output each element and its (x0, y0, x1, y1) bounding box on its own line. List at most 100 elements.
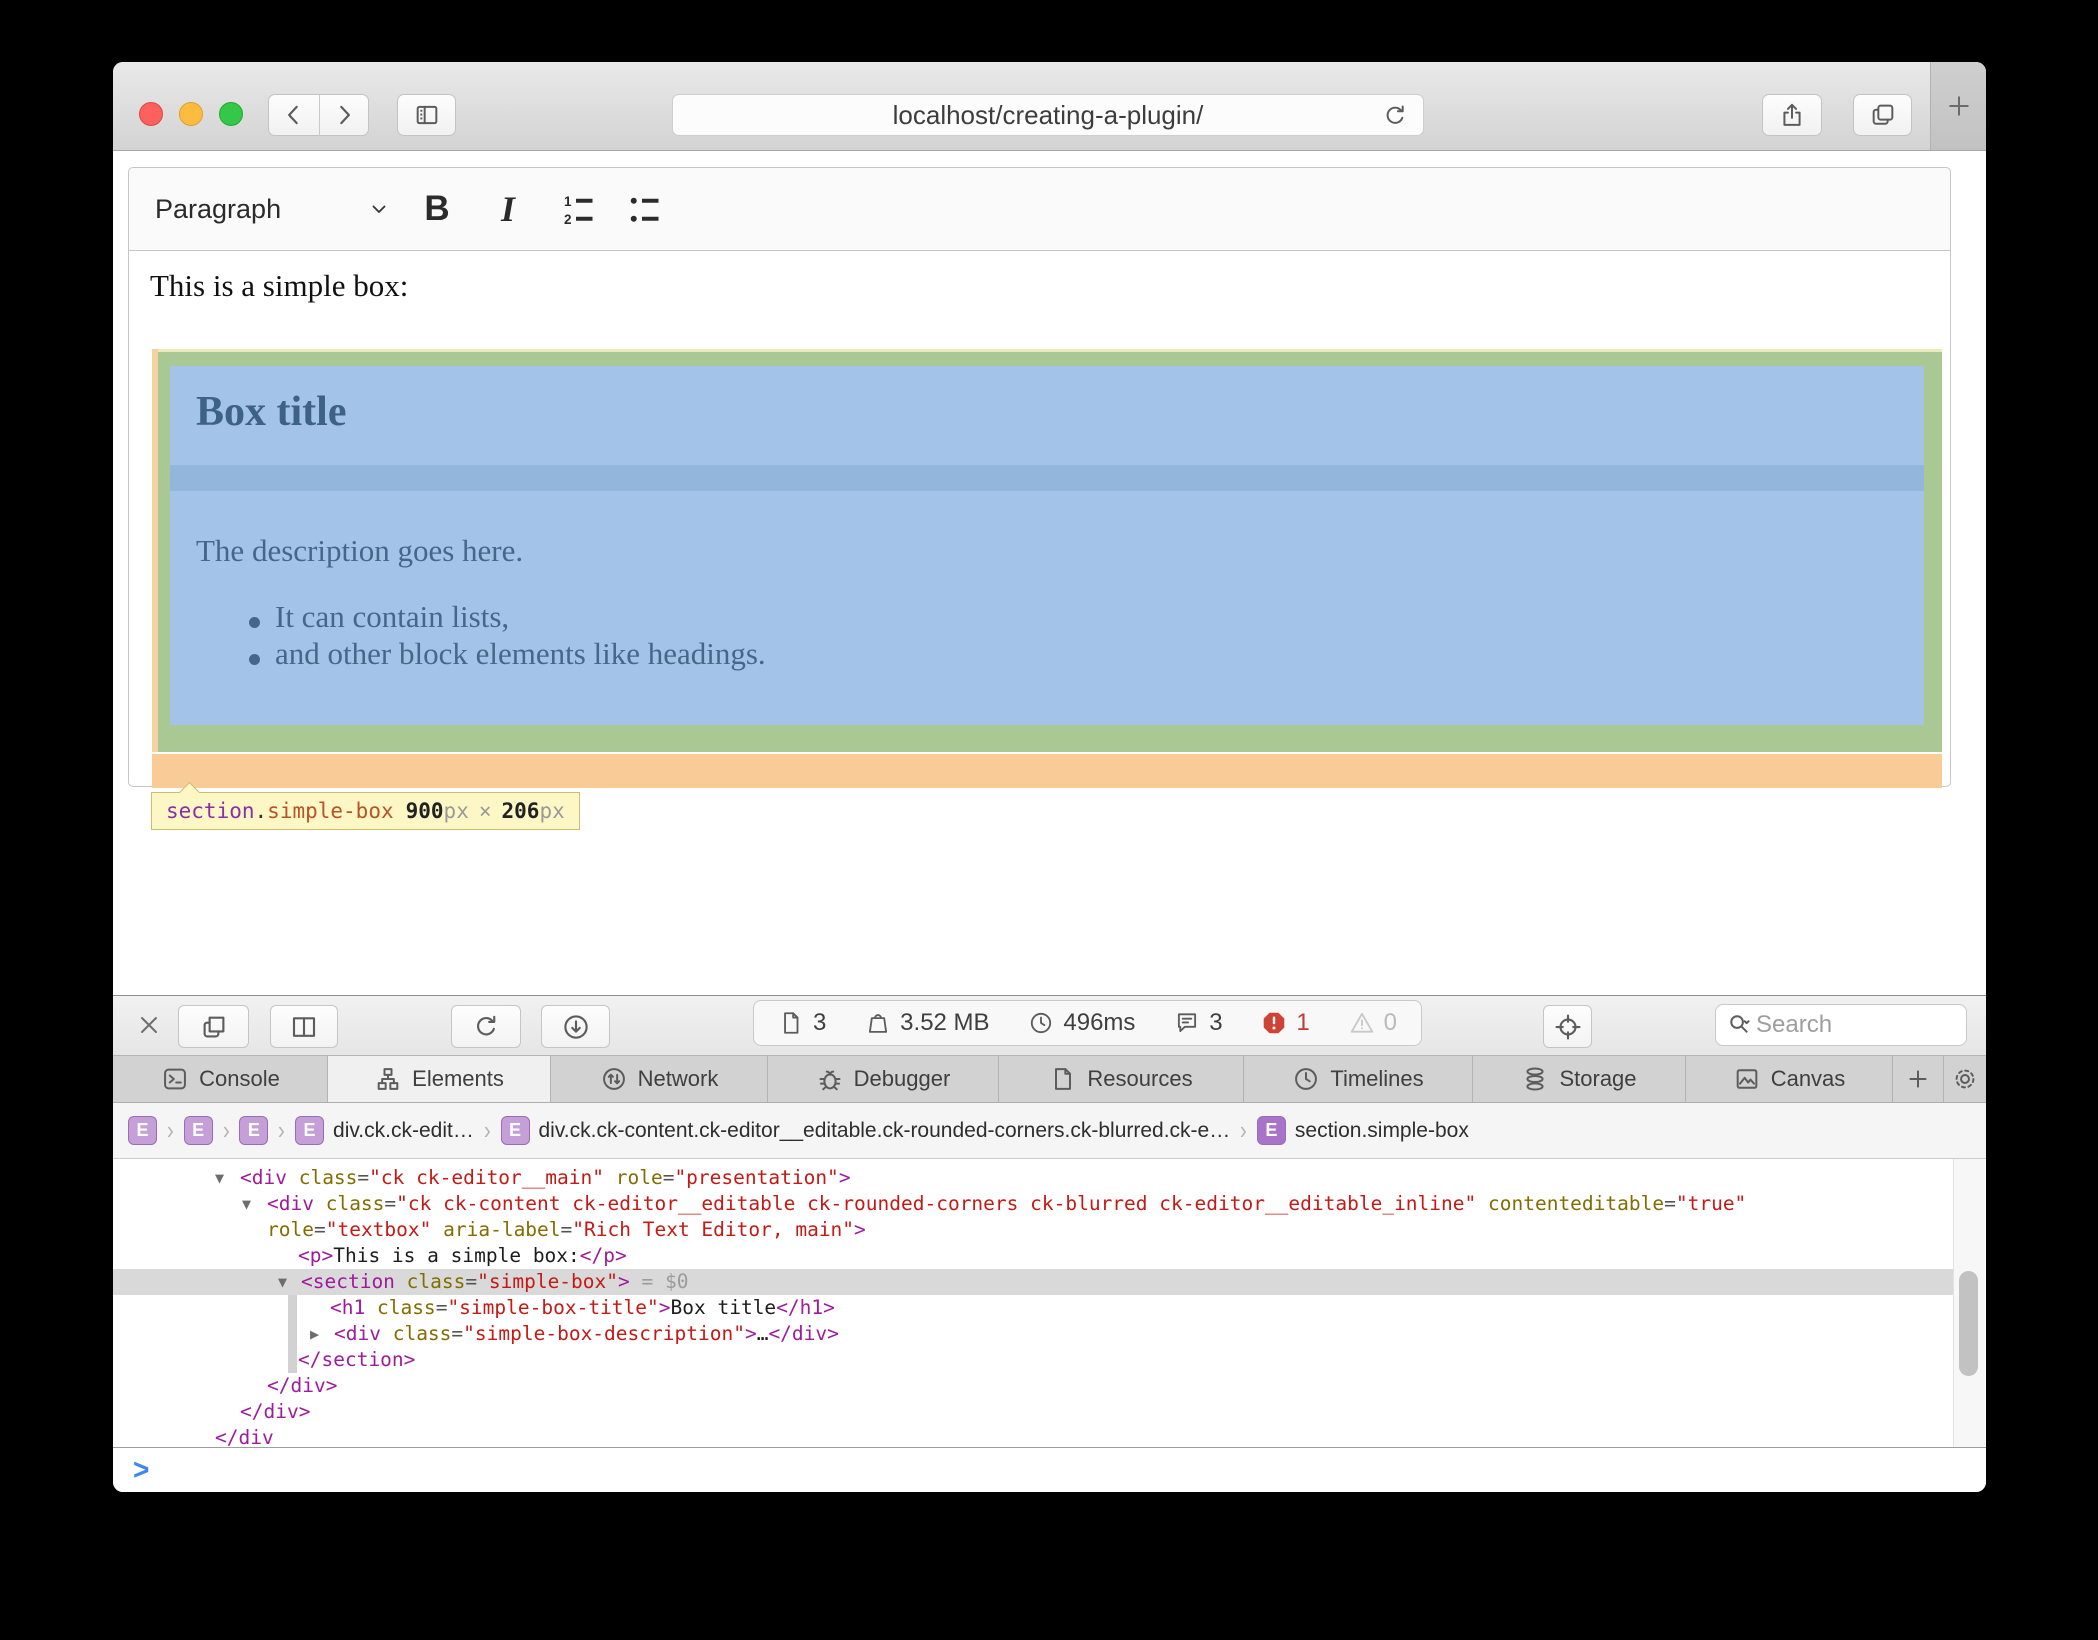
share-icon (1778, 101, 1806, 129)
tooltip-dot: . (255, 799, 268, 823)
tab-canvas[interactable]: Canvas (1685, 1056, 1892, 1102)
disclosure-triangle[interactable]: ▼ (278, 1269, 287, 1295)
element-badge: E (128, 1116, 157, 1145)
dom-tree-node[interactable]: <div class="simple-box-description">…</d… (334, 1321, 839, 1347)
zoom-window-button[interactable] (219, 102, 243, 126)
bold-button[interactable]: B (414, 168, 460, 250)
inspected-simple-box[interactable]: Box title The description goes here. It … (152, 349, 1942, 752)
back-button[interactable] (269, 94, 319, 136)
disclosure-triangle[interactable]: ▼ (242, 1191, 251, 1217)
screenshot-stage: localhost/creating-a-plugin/ (0, 0, 2098, 1640)
tab-label: Debugger (854, 1066, 951, 1092)
inspector-toolbar: 3 3.52 MB 496ms 3 1 0 (113, 996, 1986, 1056)
dom-tree-node[interactable]: <section class="simple-box"> = $0 (301, 1269, 688, 1295)
tooltip-unit: px (444, 799, 469, 823)
stat-value: 3.52 MB (900, 1009, 989, 1037)
scrollbar-thumb[interactable] (1959, 1271, 1978, 1376)
attr-name-token: role (604, 1166, 663, 1189)
address-bar[interactable]: localhost/creating-a-plugin/ (672, 94, 1424, 136)
chevron-right-icon (331, 102, 357, 128)
paragraph-text[interactable]: This is a simple box: (150, 268, 408, 304)
box-description[interactable]: The description goes here. (196, 533, 523, 569)
element-badge: E (239, 1116, 268, 1145)
numbered-list-button[interactable]: 1 2 (551, 168, 607, 250)
breadcrumb-separator: › (278, 1115, 285, 1146)
svg-text:2: 2 (564, 212, 572, 227)
download-page-button[interactable] (541, 1005, 610, 1048)
element-picker-button[interactable] (1543, 1005, 1592, 1048)
tab-label: Canvas (1771, 1066, 1846, 1092)
new-tab-button[interactable] (1930, 62, 1986, 150)
attr-name-token: aria-label (431, 1218, 560, 1241)
reload-button[interactable] (1381, 102, 1409, 135)
box-title[interactable]: Box title (196, 388, 346, 436)
plus-tab-button[interactable] (1892, 1056, 1943, 1102)
stat-weight[interactable]: 3.52 MB (865, 1009, 989, 1037)
sidebar-toggle-button[interactable] (397, 94, 456, 136)
box-margin-highlight (170, 465, 1924, 491)
tab-elements[interactable]: Elements (327, 1056, 550, 1102)
breadcrumb: E›E›E›Ediv.ck.ck-edit…›Ediv.ck.ck-conten… (128, 1115, 1469, 1146)
breadcrumb-div[interactable]: Ediv.ck.ck-content.ck-editor__editable.c… (501, 1116, 1231, 1145)
attr-name-token: role (267, 1218, 314, 1241)
dom-tree-node[interactable]: </div> (240, 1399, 310, 1425)
list-item[interactable]: and other block elements like headings. (275, 636, 766, 672)
breadcrumb-section[interactable]: Esection.simple-box (1257, 1116, 1469, 1145)
stat-bubble[interactable]: 3 (1174, 1009, 1222, 1037)
tab-timelines[interactable]: Timelines (1243, 1056, 1472, 1102)
tab-storage[interactable]: Storage (1472, 1056, 1685, 1102)
dom-tree-node[interactable]: <p>This is a simple box:</p> (298, 1243, 627, 1269)
bulleted-list-button[interactable] (617, 168, 673, 250)
breadcrumb-element[interactable]: E (184, 1116, 213, 1145)
show-all-tabs-button[interactable] (1853, 94, 1912, 136)
attr-value-token: "Rich Text Editor, main" (572, 1218, 854, 1241)
gear-tab-button[interactable] (1943, 1056, 1986, 1102)
dom-tree-node[interactable]: role="textbox" aria-label="Rich Text Edi… (267, 1217, 866, 1243)
stat-value: 496ms (1063, 1009, 1135, 1037)
breadcrumb-label: section.simple-box (1295, 1119, 1469, 1143)
tabs-overview-icon (1869, 101, 1897, 129)
search-input[interactable] (1754, 1010, 1928, 1040)
breadcrumb-element[interactable]: E (239, 1116, 268, 1145)
close-inspector-button[interactable] (135, 1011, 163, 1044)
share-button[interactable] (1762, 94, 1822, 136)
disclosure-triangle[interactable]: ▼ (215, 1165, 224, 1191)
dom-tree-node[interactable]: <h1 class="simple-box-title">Box title</… (330, 1295, 835, 1321)
forward-button[interactable] (319, 94, 369, 136)
stat-warn[interactable]: 0 (1349, 1009, 1397, 1037)
dom-tree-node[interactable]: </div> (267, 1373, 337, 1399)
console-prompt-row[interactable]: > (113, 1448, 1986, 1492)
stat-doc[interactable]: 3 (778, 1009, 826, 1037)
token: = (1664, 1192, 1676, 1215)
list-item[interactable]: It can contain lists, (275, 599, 509, 635)
breadcrumb-separator: › (1240, 1115, 1247, 1146)
breadcrumb-div[interactable]: Ediv.ck.ck-edit… (295, 1116, 474, 1145)
reload-icon (1381, 102, 1409, 130)
minimize-window-button[interactable] (179, 102, 203, 126)
stat-clock[interactable]: 496ms (1028, 1009, 1135, 1037)
dock-to-window-button[interactable] (178, 1005, 249, 1048)
reload-page-button[interactable] (451, 1005, 521, 1048)
token: = (436, 1296, 448, 1319)
dom-tree-node[interactable]: <div class="ck ck-content ck-editor__edi… (267, 1191, 1746, 1217)
tab-console[interactable]: Console (114, 1056, 327, 1102)
stat-error[interactable]: 1 (1261, 1009, 1309, 1037)
element-badge: E (1257, 1116, 1286, 1145)
token: = (561, 1218, 573, 1241)
dom-tree-node[interactable]: </section> (298, 1347, 415, 1373)
tooltip-unit: px (539, 799, 564, 823)
breadcrumb-element[interactable]: E (128, 1116, 157, 1145)
dom-tree-node[interactable]: </div (215, 1425, 274, 1448)
browser-window: localhost/creating-a-plugin/ (113, 62, 1986, 1492)
tab-network[interactable]: Network (550, 1056, 767, 1102)
tab-label: Timelines (1330, 1066, 1423, 1092)
dock-to-side-button[interactable] (270, 1005, 338, 1048)
italic-button[interactable]: I (485, 168, 531, 250)
ckeditor-frame: Paragraph B I 1 2 (128, 167, 1951, 787)
close-window-button[interactable] (139, 102, 163, 126)
attr-value-token: "simple-box-title" (447, 1296, 658, 1319)
tab-debugger[interactable]: Debugger (767, 1056, 998, 1102)
dom-tree-node[interactable]: <div class="ck ck-editor__main" role="pr… (240, 1165, 851, 1191)
disclosure-triangle[interactable]: ▶ (310, 1321, 319, 1347)
tab-resources[interactable]: Resources (998, 1056, 1243, 1102)
